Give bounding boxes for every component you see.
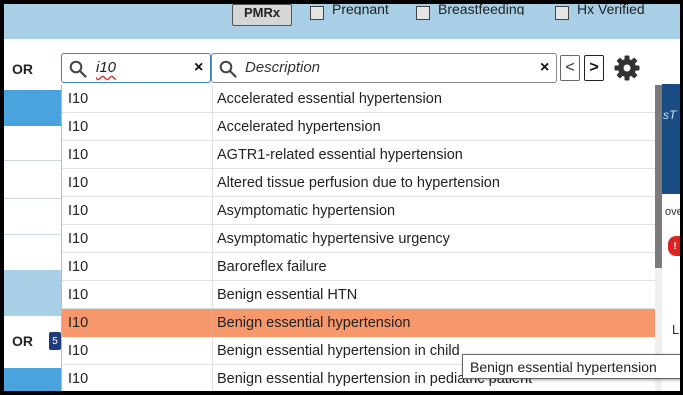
column-divider [212,197,213,225]
left-row-divider [4,234,61,235]
result-row-selected[interactable]: I10 Benign essential hypertension [62,309,655,337]
left-badge[interactable]: 5 [49,332,61,350]
result-code: I10 [68,175,89,191]
result-description: Accelerated essential hypertension [217,91,442,107]
left-selected-row[interactable] [4,90,61,126]
code-clear-icon[interactable]: × [194,59,203,77]
result-description: Benign essential HTN [217,287,358,303]
background-banner [662,84,680,194]
result-code: I10 [68,315,89,331]
description-clear-icon[interactable]: × [540,59,549,77]
results-scrollbar-thumb[interactable] [655,85,662,268]
result-row[interactable]: I10 Benign essential HTN [62,281,655,309]
description-tooltip: Benign essential hypertension [462,354,681,379]
left-label-or: OR [12,61,33,77]
pregnant-label: Pregnant [332,3,389,15]
next-page-button[interactable]: > [584,55,604,81]
code-search-value: i10 [96,59,117,76]
result-description: Baroreflex failure [217,259,327,275]
search-icon [69,60,87,78]
left-section-header [4,270,61,316]
column-divider [212,337,213,365]
result-code: I10 [68,343,89,359]
result-row[interactable]: I10 Accelerated essential hypertension [62,85,655,113]
search-icon [219,60,237,78]
background-banner-text: sT [663,108,677,122]
result-code: I10 [68,231,89,247]
column-divider [212,309,213,337]
prev-page-button[interactable]: < [560,55,580,81]
column-divider [212,281,213,309]
background-text-2: L [672,322,680,337]
left-selected-row-2[interactable] [4,368,61,391]
result-description: Benign essential hypertension [217,315,411,331]
pmrx-button[interactable]: PMRx [232,4,292,26]
left-label-or-2: OR [12,333,33,349]
result-code: I10 [68,371,89,387]
hx-verified-label: Hx Verified [577,3,645,15]
column-divider [212,85,213,113]
result-description: Asymptomatic hypertensive urgency [217,231,450,247]
description-search-input[interactable]: Description × [211,53,557,83]
description-placeholder: Description [245,59,321,76]
result-code: I10 [68,147,89,163]
result-code: I10 [68,287,89,303]
pregnant-checkbox[interactable] [310,6,324,20]
result-description: Asymptomatic hypertension [217,203,396,219]
left-row-divider [4,198,61,199]
column-divider [212,169,213,197]
result-description: Benign essential hypertension in child [217,343,460,359]
result-description: AGTR1-related essential hypertension [217,147,463,163]
gear-icon[interactable] [613,54,641,82]
result-description: Accelerated hypertension [217,119,381,135]
result-row[interactable]: I10 Baroreflex failure [62,253,655,281]
result-row[interactable]: I10 Asymptomatic hypertensive urgency [62,225,655,253]
column-divider [212,365,213,393]
result-description: Altered tissue perfusion due to hyperten… [217,175,500,191]
result-row[interactable]: I10 AGTR1-related essential hypertension [62,141,655,169]
result-row[interactable]: I10 Asymptomatic hypertension [62,197,655,225]
result-row[interactable]: I10 Altered tissue perfusion due to hyper… [62,169,655,197]
column-divider [212,113,213,141]
breastfeeding-label: Breastfeeding [438,3,525,15]
result-code: I10 [68,259,89,275]
window-left-border [0,0,4,395]
column-divider [212,141,213,169]
left-row-divider [4,160,61,161]
result-code: I10 [68,119,89,135]
breastfeeding-checkbox[interactable] [416,6,430,20]
window-bottom-border [0,391,683,395]
column-divider [212,253,213,281]
column-divider [212,225,213,253]
result-row[interactable]: I10 Accelerated hypertension [62,113,655,141]
code-search-input[interactable]: i10 × [61,53,211,83]
hx-verified-checkbox[interactable] [555,6,569,20]
result-code: I10 [68,91,89,107]
result-code: I10 [68,203,89,219]
results-dropdown: I10 Accelerated essential hypertension I1… [61,85,655,395]
